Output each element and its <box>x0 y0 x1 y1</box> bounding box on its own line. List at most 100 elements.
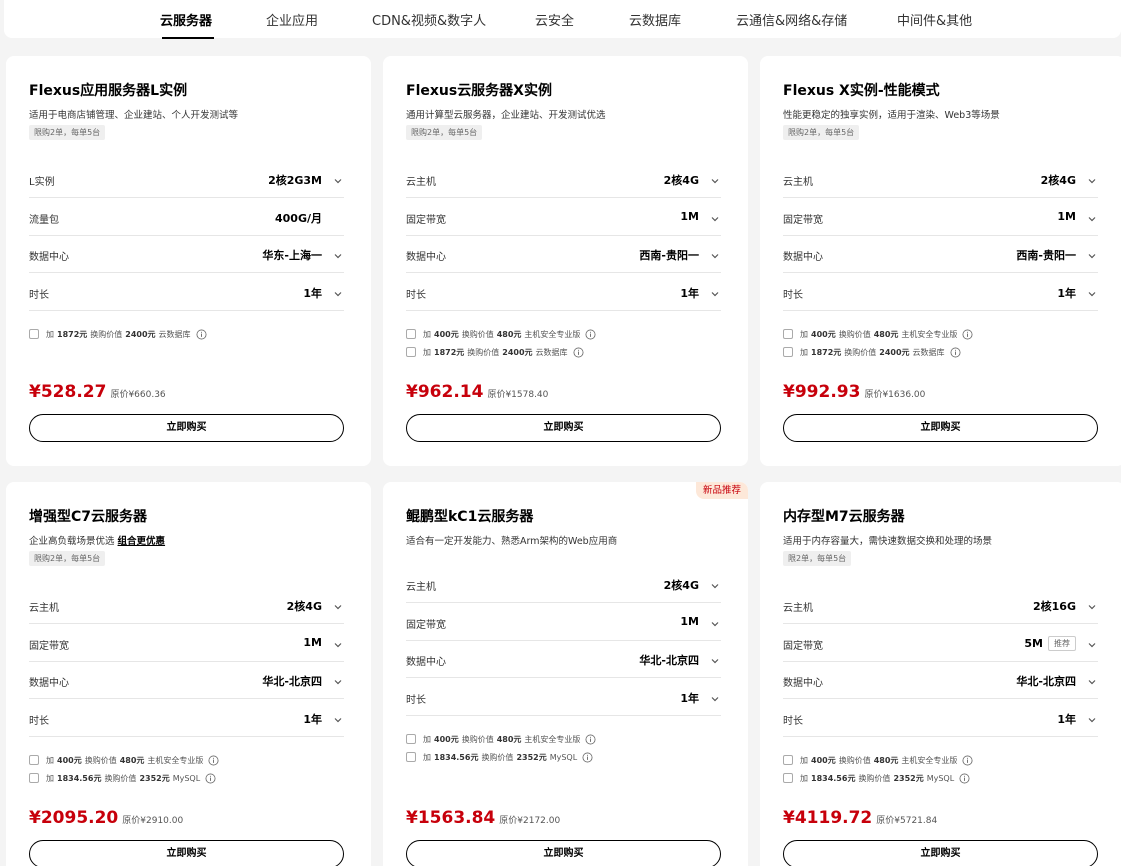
spec-value-text: 西南-贵阳一 <box>1016 249 1076 262</box>
info-icon[interactable] <box>950 347 961 358</box>
tab-communication-network-storage[interactable]: 云通信&网络&存储 <box>736 10 847 29</box>
price-line: ¥1563.84 原价¥2172.00 <box>406 808 560 828</box>
chevron-down-icon[interactable] <box>1086 598 1098 610</box>
addon-checkbox[interactable] <box>406 329 416 339</box>
tab-middleware-other[interactable]: 中间件&其他 <box>897 10 972 29</box>
spec-value-text: 1M <box>680 209 699 223</box>
addon-checkbox[interactable] <box>29 755 39 765</box>
addon-product: MySQL <box>172 773 201 783</box>
chevron-down-icon[interactable] <box>332 598 344 610</box>
chevron-down-icon[interactable] <box>1086 711 1098 723</box>
buy-now-button[interactable]: 立即购买 <box>29 414 344 442</box>
info-icon[interactable] <box>582 752 593 763</box>
spec-label: 时长 <box>29 289 49 301</box>
original-price: 原价¥1578.40 <box>487 390 549 400</box>
info-icon[interactable] <box>208 755 219 766</box>
tab-cloud-database[interactable]: 云数据库 <box>629 10 681 29</box>
buy-now-button[interactable]: 立即购买 <box>406 414 721 442</box>
chevron-down-icon[interactable] <box>332 636 344 648</box>
spec-row[interactable]: 时长 1年 <box>29 274 344 311</box>
chevron-down-icon[interactable] <box>332 711 344 723</box>
info-icon[interactable] <box>196 329 207 340</box>
chevron-down-icon[interactable] <box>332 172 344 184</box>
card-title: 鲲鹏型kC1云服务器 <box>406 509 534 525</box>
info-icon[interactable] <box>585 734 596 745</box>
chevron-down-icon[interactable] <box>709 210 721 222</box>
price-line: ¥528.27 原价¥660.36 <box>29 382 166 402</box>
spec-value: 1M <box>303 636 322 649</box>
spec-row[interactable]: 固定带宽 1M <box>783 199 1098 236</box>
info-icon[interactable] <box>959 773 970 784</box>
chevron-down-icon[interactable] <box>1086 172 1098 184</box>
addon-text: 换购价值 <box>838 329 871 339</box>
card-description: 适合有一定开发能力、熟悉Arm架构的Web应用商 <box>406 533 617 547</box>
spec-row[interactable]: 云主机 2核4G <box>29 587 344 624</box>
spec-row[interactable]: 时长 1年 <box>406 274 721 311</box>
sale-price: ¥2095.20 <box>29 808 119 828</box>
spec-row[interactable]: 数据中心 华北-北京四 <box>783 662 1098 699</box>
info-icon[interactable] <box>573 347 584 358</box>
addon-checkbox[interactable] <box>406 347 416 357</box>
spec-row[interactable]: 云主机 2核16G <box>783 587 1098 624</box>
chevron-down-icon[interactable] <box>709 172 721 184</box>
addon-checkbox[interactable] <box>783 329 793 339</box>
bundle-offer-link[interactable]: 组合更优惠 <box>118 536 166 547</box>
tab-enterprise-apps[interactable]: 企业应用 <box>266 10 318 29</box>
addon-checkbox[interactable] <box>783 347 793 357</box>
chevron-down-icon[interactable] <box>709 690 721 702</box>
addon-checkbox[interactable] <box>29 329 39 339</box>
chevron-down-icon[interactable] <box>709 285 721 297</box>
buy-now-button[interactable]: 立即购买 <box>406 840 721 866</box>
chevron-down-icon[interactable] <box>332 673 344 685</box>
spec-row[interactable]: 时长 1年 <box>783 700 1098 737</box>
chevron-down-icon[interactable] <box>1086 247 1098 259</box>
chevron-down-icon[interactable] <box>709 615 721 627</box>
chevron-down-icon[interactable] <box>709 652 721 664</box>
spec-row[interactable]: 固定带宽 1M <box>406 604 721 641</box>
spec-row[interactable]: 时长 1年 <box>29 700 344 737</box>
chevron-down-icon[interactable] <box>332 285 344 297</box>
spec-row[interactable]: 数据中心 华北-北京四 <box>29 662 344 699</box>
chevron-down-icon[interactable] <box>1086 673 1098 685</box>
addon-text: 换购价值 <box>90 329 123 339</box>
info-icon[interactable] <box>962 755 973 766</box>
tab-cdn-video[interactable]: CDN&视频&数字人 <box>372 10 486 29</box>
info-icon[interactable] <box>962 329 973 340</box>
spec-row[interactable]: 数据中心 西南-贵阳一 <box>783 236 1098 273</box>
spec-row[interactable]: 数据中心 华东-上海一 <box>29 236 344 273</box>
chevron-down-icon[interactable] <box>709 247 721 259</box>
spec-row[interactable]: 数据中心 西南-贵阳一 <box>406 236 721 273</box>
chevron-down-icon[interactable] <box>1086 285 1098 297</box>
addon-checkbox[interactable] <box>406 752 416 762</box>
addon-checkbox[interactable] <box>29 773 39 783</box>
sale-price: ¥962.14 <box>406 382 484 402</box>
purchase-limit-tag: 限购2单，每单5台 <box>29 125 106 140</box>
tab-cloud-servers[interactable]: 云服务器 <box>160 10 212 29</box>
spec-value-text: 1M <box>303 635 322 649</box>
spec-row[interactable]: 流量包 400G/月 <box>29 199 344 236</box>
spec-row[interactable]: 固定带宽 1M <box>406 199 721 236</box>
spec-row[interactable]: 数据中心 华北-北京四 <box>406 641 721 678</box>
chevron-down-icon[interactable] <box>332 247 344 259</box>
addon-checkbox[interactable] <box>406 734 416 744</box>
addon-option: 加 400元 换购价值 480元 主机安全专业版 <box>406 327 596 341</box>
info-icon[interactable] <box>205 773 216 784</box>
spec-row[interactable]: 云主机 2核4G <box>783 161 1098 198</box>
spec-row[interactable]: 云主机 2核4G <box>406 161 721 198</box>
addon-checkbox[interactable] <box>783 773 793 783</box>
buy-now-button[interactable]: 立即购买 <box>29 840 344 866</box>
spec-row[interactable]: 固定带宽 5M 推荐 <box>783 625 1098 662</box>
spec-row[interactable]: 时长 1年 <box>406 679 721 716</box>
tab-cloud-security[interactable]: 云安全 <box>535 10 574 29</box>
info-icon[interactable] <box>585 329 596 340</box>
buy-now-button[interactable]: 立即购买 <box>783 414 1098 442</box>
chevron-down-icon[interactable] <box>1086 210 1098 222</box>
spec-row[interactable]: L实例 2核2G3M <box>29 161 344 198</box>
spec-row[interactable]: 时长 1年 <box>783 274 1098 311</box>
spec-row[interactable]: 固定带宽 1M <box>29 625 344 662</box>
buy-now-button[interactable]: 立即购买 <box>783 840 1098 866</box>
addon-checkbox[interactable] <box>783 755 793 765</box>
spec-row[interactable]: 云主机 2核4G <box>406 566 721 603</box>
chevron-down-icon[interactable] <box>1086 636 1098 648</box>
chevron-down-icon[interactable] <box>709 577 721 589</box>
